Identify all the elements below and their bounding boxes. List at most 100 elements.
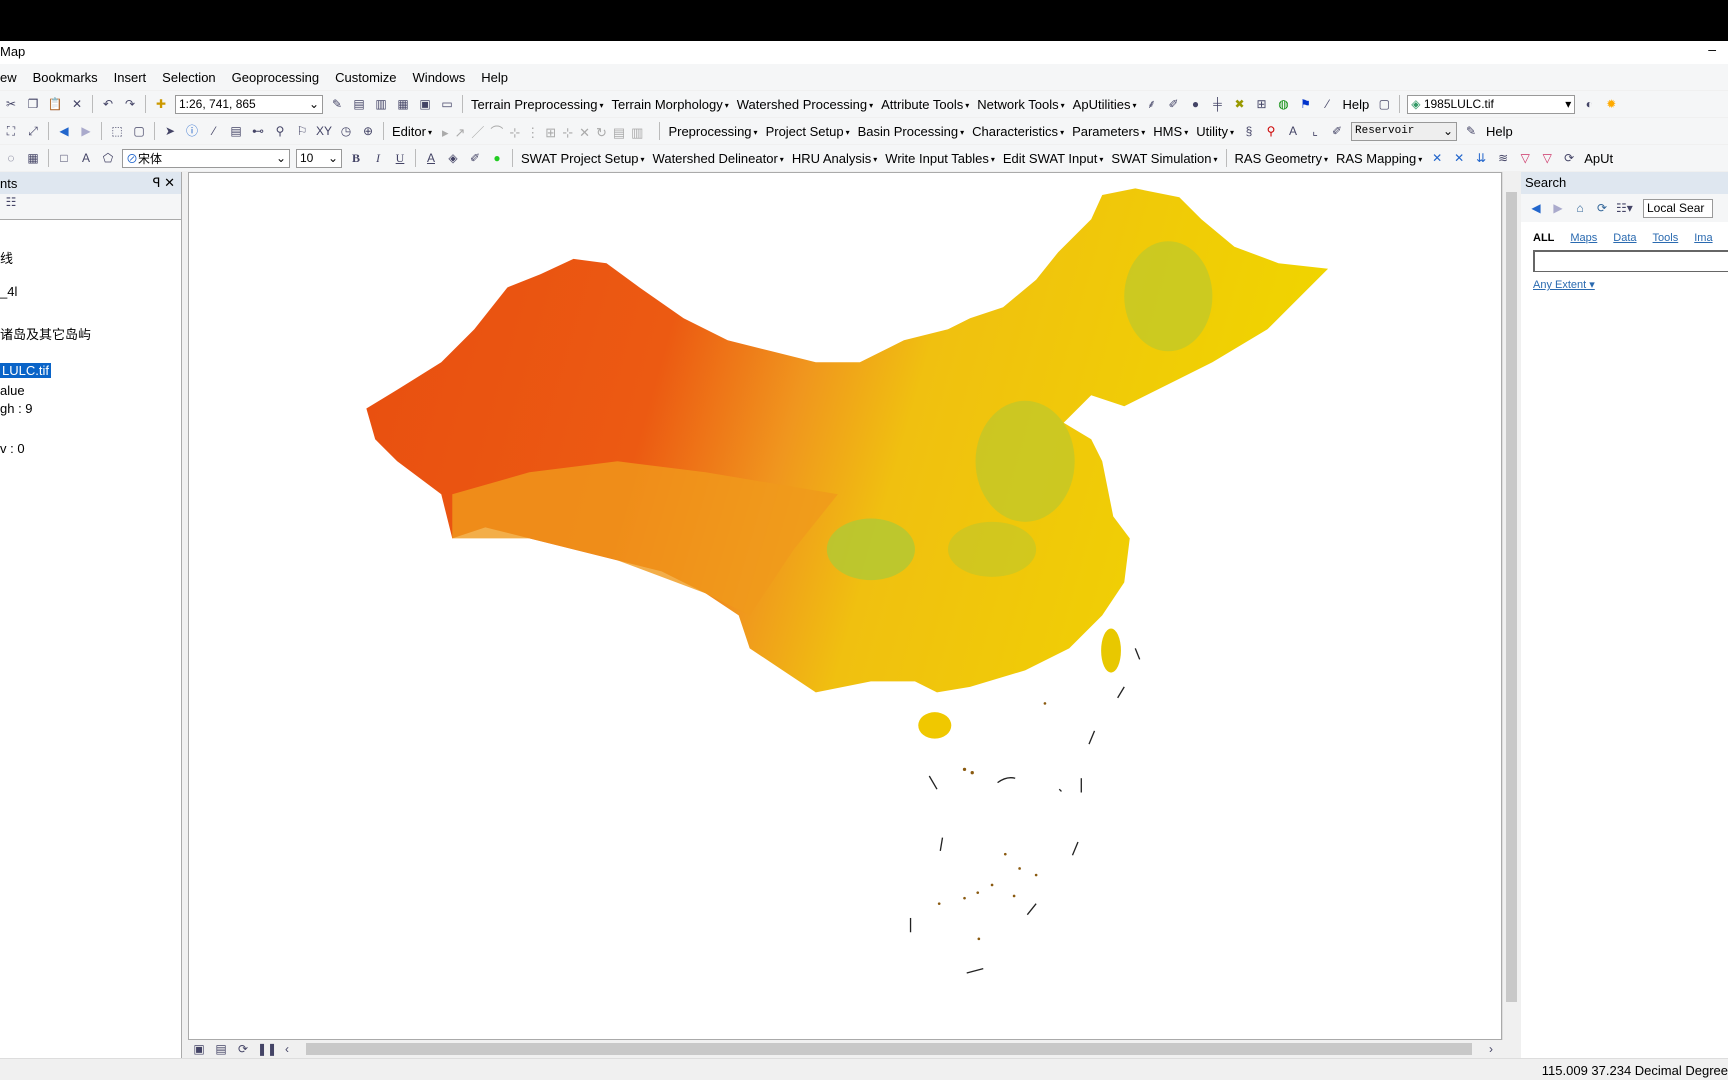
edit-pencil-icon[interactable]: ✎ <box>1463 123 1479 139</box>
search-tab-images[interactable]: Ima <box>1694 232 1712 244</box>
redo-icon[interactable]: ↷ <box>122 96 138 112</box>
line-icon[interactable]: ⁄ <box>1319 96 1335 112</box>
menu-help[interactable]: Help <box>473 70 516 85</box>
ras-rm-icon[interactable]: ✕ <box>1451 150 1467 166</box>
menu-parameters[interactable]: Parameters <box>1068 124 1149 139</box>
menu-attribute-tools[interactable]: Attribute Tools <box>877 97 973 112</box>
pin-icon[interactable]: ꟼ <box>153 175 161 190</box>
menu-geoprocessing[interactable]: Geoprocessing <box>224 70 327 85</box>
full-extent-icon[interactable]: ⛶ <box>3 123 19 139</box>
brightness-icon[interactable]: ✹ <box>1603 96 1619 112</box>
font-size-combo[interactable]: 10 ⌄ <box>296 148 342 168</box>
forward-icon[interactable]: ▶ <box>78 123 94 139</box>
help-button-1[interactable]: Help <box>1338 97 1373 112</box>
refresh-icon[interactable]: ⟳ <box>235 1041 251 1057</box>
search-tab-maps[interactable]: Maps <box>1570 232 1597 244</box>
python-icon[interactable]: ▭ <box>439 96 455 112</box>
menu-bookmarks[interactable]: Bookmarks <box>25 70 106 85</box>
home-icon[interactable]: ⌂ <box>1572 200 1588 216</box>
minimize-button[interactable]: – <box>1708 41 1716 57</box>
menu-terrain-morphology[interactable]: Terrain Morphology <box>607 97 732 112</box>
bold-button[interactable]: B <box>348 150 364 166</box>
rectangle-icon[interactable]: □ <box>56 150 72 166</box>
options-icon[interactable]: ☷▾ <box>1616 200 1633 216</box>
menu-insert[interactable]: Insert <box>106 70 155 85</box>
close-icon[interactable]: ✕ <box>164 175 175 190</box>
delete-icon[interactable]: ✕ <box>69 96 85 112</box>
paste-icon[interactable]: 📋 <box>47 96 63 112</box>
refresh-icon[interactable]: ⟳ <box>1594 200 1610 216</box>
cut-icon[interactable]: ✂ <box>3 96 19 112</box>
ras-flow-icon[interactable]: ⇊ <box>1473 150 1489 166</box>
aputilities-button[interactable]: ApUt <box>1580 151 1617 166</box>
fill-color-icon[interactable]: ◈ <box>445 150 461 166</box>
fixed-zoom-icon[interactable]: ⤢ <box>25 123 41 139</box>
pin-icon[interactable]: ⚲ <box>1263 123 1279 139</box>
menu-edit-swat-input[interactable]: Edit SWAT Input <box>999 151 1107 166</box>
menu-network-tools[interactable]: Network Tools <box>973 97 1068 112</box>
back-icon[interactable]: ◀ <box>1528 200 1544 216</box>
batch-icon[interactable]: ✖ <box>1231 96 1247 112</box>
search-window-icon[interactable]: ▦ <box>395 96 411 112</box>
scale-combo[interactable]: 1:26, 741, 865 ⌄ <box>175 94 323 114</box>
menu-customize[interactable]: Customize <box>327 70 404 85</box>
ras-water-icon[interactable]: ▽ <box>1517 150 1533 166</box>
menu-selection[interactable]: Selection <box>154 70 223 85</box>
font-combo[interactable]: ⊘宋体 ⌄ <box>122 148 290 168</box>
toc-layer-lulc[interactable]: LULC.tif <box>0 363 51 378</box>
add-data-icon[interactable]: ✚ <box>153 96 169 112</box>
gage-icon[interactable]: § <box>1241 123 1257 139</box>
toc-layer-3[interactable]: 诸岛及其它岛屿 <box>0 324 91 343</box>
menu-terrain-preprocessing[interactable]: Terrain Preprocessing <box>467 97 607 112</box>
draw-icon[interactable]: ✐ <box>1329 123 1345 139</box>
viewer-icon[interactable]: ⊕ <box>360 123 376 139</box>
menu-view[interactable]: ew <box>0 70 25 85</box>
toc-layer-1[interactable]: 线 <box>0 248 13 267</box>
time-slider-icon[interactable]: ◷ <box>338 123 354 139</box>
ahp-icon[interactable]: ▢ <box>1376 96 1392 112</box>
menu-characteristics[interactable]: Characteristics <box>968 124 1068 139</box>
html-popup-icon[interactable]: ▤ <box>228 123 244 139</box>
any-extent-dropdown[interactable]: Any Extent ▾ <box>1533 278 1728 291</box>
search-input[interactable] <box>1533 250 1728 272</box>
underline-button[interactable]: U <box>392 150 408 166</box>
vertical-scroll-thumb[interactable] <box>1506 192 1517 1002</box>
menu-ras-mapping[interactable]: RAS Mapping <box>1332 151 1426 166</box>
ras-refresh-icon[interactable]: ⟳ <box>1561 150 1577 166</box>
find-icon[interactable]: ⚲ <box>272 123 288 139</box>
toc-icon[interactable]: ▤ <box>351 96 367 112</box>
local-search-combo[interactable]: Local Sear <box>1643 198 1713 218</box>
globe-icon[interactable]: ◍ <box>1275 96 1291 112</box>
clear-selection-icon[interactable]: ▢ <box>131 123 147 139</box>
help-button-2[interactable]: Help <box>1482 124 1517 139</box>
marker-color-icon[interactable]: ● <box>489 150 505 166</box>
menu-basin-processing[interactable]: Basin Processing <box>854 124 968 139</box>
menu-aputilities[interactable]: ApUtilities <box>1069 97 1141 112</box>
undo-icon[interactable]: ↶ <box>100 96 116 112</box>
editor-menu[interactable]: Editor <box>388 124 436 139</box>
menu-hms[interactable]: HMS <box>1149 124 1192 139</box>
find-route-icon[interactable]: ⚐ <box>294 123 310 139</box>
select-elements-icon[interactable]: ➤ <box>162 123 178 139</box>
flag-icon[interactable]: ⚑ <box>1297 96 1313 112</box>
identify-icon[interactable]: ⓘ <box>184 123 200 139</box>
menu-watershed-delineator[interactable]: Watershed Delineator <box>649 151 788 166</box>
edit-vertices-icon[interactable]: ⬠ <box>100 150 116 166</box>
forward-icon[interactable]: ▶ <box>1550 200 1566 216</box>
text-icon[interactable]: A <box>78 150 94 166</box>
line-color-icon[interactable]: ✐ <box>467 150 483 166</box>
catalog-icon[interactable]: ▥ <box>373 96 389 112</box>
label-icon[interactable]: A <box>1285 123 1301 139</box>
menu-watershed-processing[interactable]: Watershed Processing <box>733 97 877 112</box>
reservoir-combo[interactable]: Reservoir ⌄ <box>1351 121 1457 141</box>
menu-project-setup[interactable]: Project Setup <box>762 124 854 139</box>
graph-icon[interactable]: ⌞ <box>1307 123 1323 139</box>
pause-icon[interactable]: ❚❚ <box>257 1041 277 1057</box>
map-view[interactable] <box>188 172 1502 1040</box>
split-icon[interactable]: ╪ <box>1209 96 1225 112</box>
map-horizontal-scrollbar[interactable]: ▣ ▤ ⟳ ❚❚ ‹ › <box>188 1040 1502 1058</box>
ras-xs-icon[interactable]: ≋ <box>1495 150 1511 166</box>
pencil-icon[interactable]: ✐ <box>1165 96 1181 112</box>
arctoolbox-icon[interactable]: ▣ <box>417 96 433 112</box>
menu-preprocessing[interactable]: Preprocessing <box>664 124 761 139</box>
